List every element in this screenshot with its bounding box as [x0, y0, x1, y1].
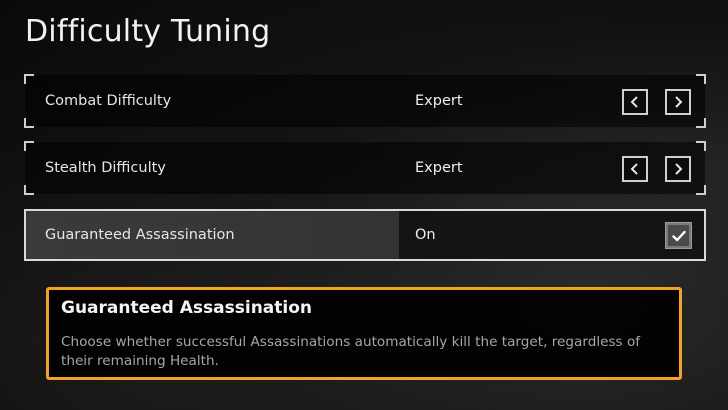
chevron-left-icon	[630, 96, 638, 108]
setting-row-guaranteed-assassination[interactable]: Guaranteed Assassination On	[24, 209, 706, 261]
frame-corner	[696, 141, 706, 151]
chevron-left-icon	[630, 163, 638, 175]
previous-option-button[interactable]	[622, 156, 648, 182]
setting-row-combat-difficulty[interactable]: Combat Difficulty Expert	[24, 74, 706, 128]
next-option-button[interactable]	[665, 156, 691, 182]
setting-row-stealth-difficulty[interactable]: Stealth Difficulty Expert	[24, 141, 706, 195]
frame-corner	[696, 118, 706, 128]
page-title: Difficulty Tuning	[25, 14, 271, 49]
frame-corner	[696, 185, 706, 195]
check-icon	[671, 230, 686, 241]
frame-corner	[24, 118, 34, 128]
frame-corner	[696, 74, 706, 84]
chevron-right-icon	[675, 96, 683, 108]
frame-corner	[24, 185, 34, 195]
previous-option-button[interactable]	[622, 89, 648, 115]
checkbox-inner	[666, 223, 691, 248]
setting-value: Expert	[415, 160, 463, 176]
setting-description-panel: Guaranteed Assassination Choose whether …	[46, 287, 682, 380]
setting-value: On	[415, 227, 436, 243]
description-text: Choose whether successful Assassinations…	[61, 334, 641, 369]
chevron-right-icon	[675, 163, 683, 175]
guaranteed-assassination-checkbox[interactable]	[665, 222, 692, 249]
setting-label: Combat Difficulty	[45, 93, 172, 109]
frame-corner	[24, 141, 34, 151]
setting-label: Stealth Difficulty	[45, 160, 166, 176]
description-title: Guaranteed Assassination	[61, 298, 312, 318]
setting-label: Guaranteed Assassination	[45, 227, 235, 243]
setting-value: Expert	[415, 93, 463, 109]
next-option-button[interactable]	[665, 89, 691, 115]
frame-corner	[24, 74, 34, 84]
